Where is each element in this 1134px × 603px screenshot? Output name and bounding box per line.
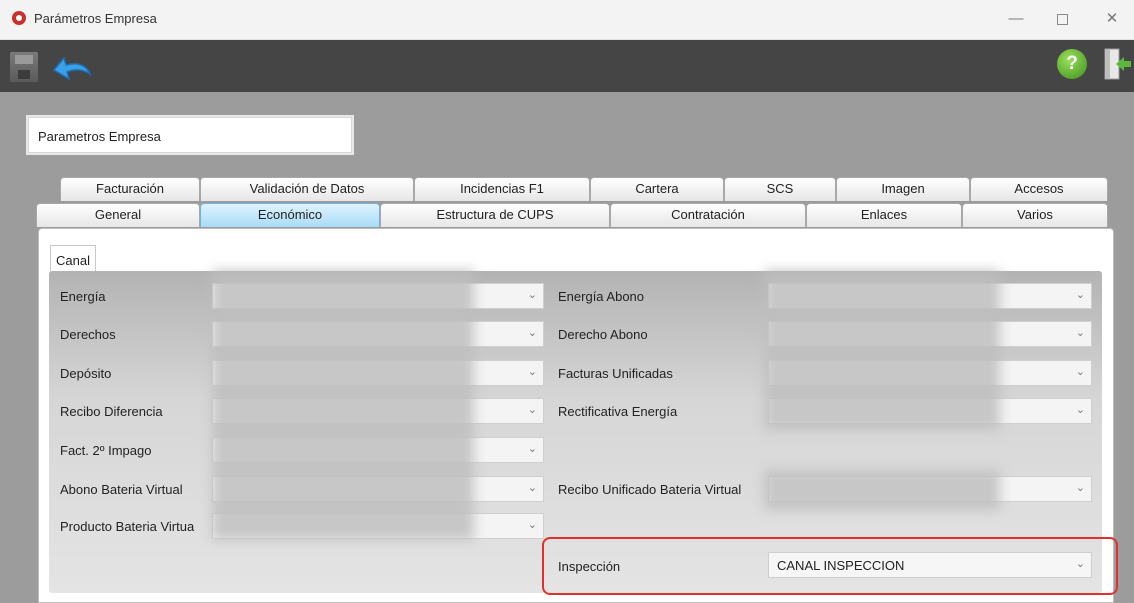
chevron-down-icon: ⌄ <box>527 404 537 416</box>
tab-scs[interactable]: SCS <box>724 177 836 201</box>
minimize-button[interactable]: — <box>998 6 1034 32</box>
tab-facturacion[interactable]: Facturación <box>60 177 200 201</box>
label-recibo-diferencia: Recibo Diferencia <box>60 404 163 419</box>
toolbar <box>0 40 1134 92</box>
redacted-values-right <box>764 270 1000 430</box>
label-facturas-unificadas: Facturas Unificadas <box>558 366 673 381</box>
tab-general[interactable]: General <box>36 203 200 227</box>
chevron-down-icon: ⌄ <box>527 289 537 301</box>
label-abono-bateria-virtual: Abono Bateria Virtual <box>60 482 183 497</box>
tab-incidencias-f1[interactable]: Incidencias F1 <box>414 177 590 201</box>
chevron-down-icon: ⌄ <box>527 327 537 339</box>
window-title: Parámetros Empresa <box>34 11 157 26</box>
section-title-canal: Canal <box>50 245 96 271</box>
redacted-values-left <box>212 270 474 540</box>
chevron-down-icon: ⌄ <box>1075 404 1085 416</box>
chevron-down-icon: ⌄ <box>1075 366 1085 378</box>
tab-enlaces[interactable]: Enlaces <box>806 203 962 227</box>
label-fact-2-impago: Fact. 2º Impago <box>60 443 152 458</box>
chevron-down-icon: ⌄ <box>1075 327 1085 339</box>
redacted-values-right-bottom <box>764 470 1000 510</box>
chevron-down-icon: ⌄ <box>1075 482 1085 494</box>
chevron-down-icon: ⌄ <box>1075 289 1085 301</box>
maximize-button[interactable] <box>1044 6 1080 32</box>
tab-varios[interactable]: Varios <box>962 203 1108 227</box>
label-derecho-abono: Derecho Abono <box>558 327 648 342</box>
label-energia: Energía <box>60 289 106 304</box>
company-name-field: Parametros Empresa <box>28 117 352 153</box>
label-recibo-unificado-bateria-virtual: Recibo Unificado Bateria Virtual <box>558 482 742 497</box>
tab-accesos[interactable]: Accesos <box>970 177 1108 201</box>
highlight-annotation <box>542 537 1118 595</box>
title-bar: Parámetros Empresa — ✕ <box>0 0 1134 40</box>
save-icon[interactable] <box>10 52 38 82</box>
tab-estructura-cups[interactable]: Estructura de CUPS <box>380 203 610 227</box>
tab-economico[interactable]: Económico <box>200 203 380 227</box>
label-energia-abono: Energía Abono <box>558 289 645 304</box>
app-logo-icon <box>12 11 26 25</box>
label-producto-bateria-virtual: Producto Bateria Virtua <box>60 519 195 534</box>
exit-door-icon[interactable] <box>1102 47 1132 81</box>
undo-arrow-icon[interactable] <box>48 50 94 84</box>
label-rectificativa-energia: Rectificativa Energía <box>558 404 678 419</box>
chevron-down-icon: ⌄ <box>527 443 537 455</box>
label-derechos: Derechos <box>60 327 116 342</box>
close-button[interactable]: ✕ <box>1094 6 1130 32</box>
help-icon[interactable]: ? <box>1057 49 1087 79</box>
tab-contratacion[interactable]: Contratación <box>610 203 806 227</box>
label-deposito: Depósito <box>60 366 112 381</box>
tab-cartera[interactable]: Cartera <box>590 177 724 201</box>
tab-imagen[interactable]: Imagen <box>836 177 970 201</box>
chevron-down-icon: ⌄ <box>527 366 537 378</box>
chevron-down-icon: ⌄ <box>527 482 537 494</box>
chevron-down-icon: ⌄ <box>527 519 537 531</box>
tab-validacion-datos[interactable]: Validación de Datos <box>200 177 414 201</box>
maximize-icon <box>1056 13 1068 25</box>
